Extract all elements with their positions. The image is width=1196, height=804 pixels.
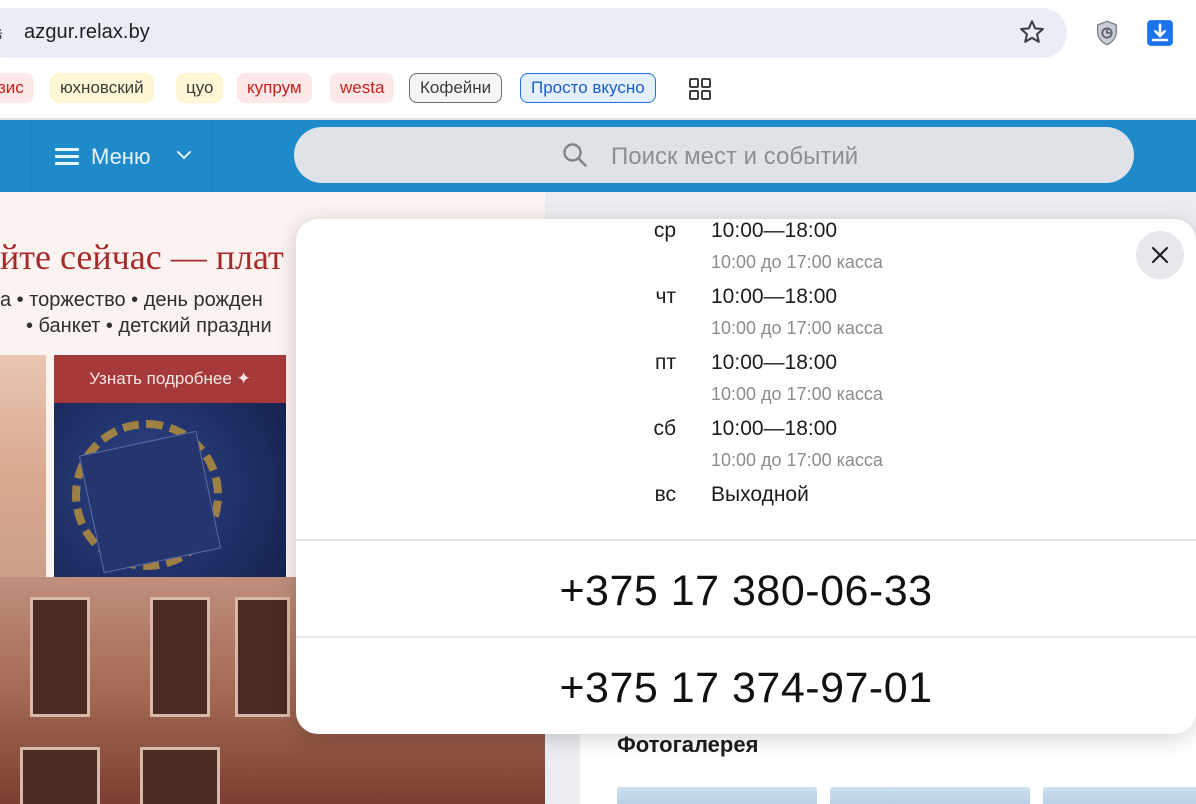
apps-grid-icon[interactable]: [689, 78, 711, 100]
day-name: пт: [655, 351, 676, 374]
burger-icon: [55, 148, 79, 166]
phone-link[interactable]: +375 17 380-06-33: [296, 567, 1196, 616]
modal-divider: [296, 539, 1196, 541]
day-note: 10:00 до 17:00 касса: [711, 318, 883, 338]
hours-modal: ср 10:00—18:00 10:00 до 17:00 касса чт 1…: [296, 219, 1196, 734]
day-note: 10:00 до 17:00 касса: [711, 384, 883, 404]
day-name: сб: [653, 417, 676, 440]
bookmark-item[interactable]: купрум: [237, 73, 312, 103]
close-icon: [1151, 246, 1169, 264]
day-name: чт: [655, 285, 676, 308]
phone-link[interactable]: +375 17 374-97-01: [296, 664, 1196, 713]
bookmark-item[interactable]: цуо: [176, 73, 224, 103]
menu-label: Меню: [91, 144, 151, 169]
bookmark-item[interactable]: Просто вкусно: [520, 73, 656, 103]
gallery-thumbnail[interactable]: [617, 787, 817, 804]
banner-photo-detail: [78, 430, 222, 574]
address-bar[interactable]: [0, 8, 1067, 58]
url-text[interactable]: azgur.relax.by: [24, 21, 150, 44]
search-input[interactable]: Поиск мест и событий: [294, 127, 1134, 183]
site-info-icon[interactable]: ꞩ: [0, 21, 2, 46]
gallery-title: Фотогалерея: [617, 732, 759, 757]
day-note: 10:00 до 17:00 касса: [711, 252, 883, 272]
day-name: ср: [653, 219, 676, 242]
search-placeholder: Поиск мест и событий: [611, 143, 859, 170]
day-hours: 10:00—18:00: [711, 351, 838, 374]
star-icon[interactable]: [1018, 18, 1046, 46]
gallery-thumbnail[interactable]: [1043, 787, 1196, 804]
learn-more-button[interactable]: Узнать подробнее ✦: [54, 355, 286, 403]
browser-chrome: ꞩ azgur.relax.by зис юхновский цуо купру…: [0, 0, 1196, 120]
download-extension-icon[interactable]: [1146, 19, 1174, 47]
bookmark-item[interactable]: westa: [330, 73, 395, 103]
chevron-down-icon: [177, 151, 191, 160]
modal-divider: [296, 636, 1196, 638]
day-hours: Выходной: [711, 483, 809, 506]
site-header: Меню Поиск мест и событий: [0, 120, 1196, 192]
search-icon: [563, 143, 587, 167]
day-hours: 10:00—18:00: [711, 417, 838, 440]
day-name: вс: [654, 483, 676, 506]
banner-tagline: а • торжество • день рожден: [0, 289, 263, 311]
banner-headline: йте сейчас — плат: [0, 237, 284, 277]
close-button[interactable]: [1136, 231, 1184, 279]
bookmarks-bar: зис юхновский цуо купрум westa Кофейни П…: [0, 70, 1196, 106]
bookmark-item[interactable]: зис: [0, 73, 34, 103]
bookmark-item[interactable]: Кофейни: [409, 73, 503, 103]
shield-extension-icon[interactable]: [1093, 19, 1121, 47]
banner-photo: [0, 355, 46, 577]
gallery-thumbnail[interactable]: [830, 787, 1030, 804]
menu-button[interactable]: Меню: [30, 120, 212, 192]
day-hours: 10:00—18:00: [711, 285, 838, 308]
banner-tagline: • банкет • детский праздни: [26, 315, 272, 337]
day-note: 10:00 до 17:00 касса: [711, 450, 883, 470]
bookmark-item[interactable]: юхновский: [50, 73, 154, 103]
day-hours: 10:00—18:00: [711, 219, 838, 242]
